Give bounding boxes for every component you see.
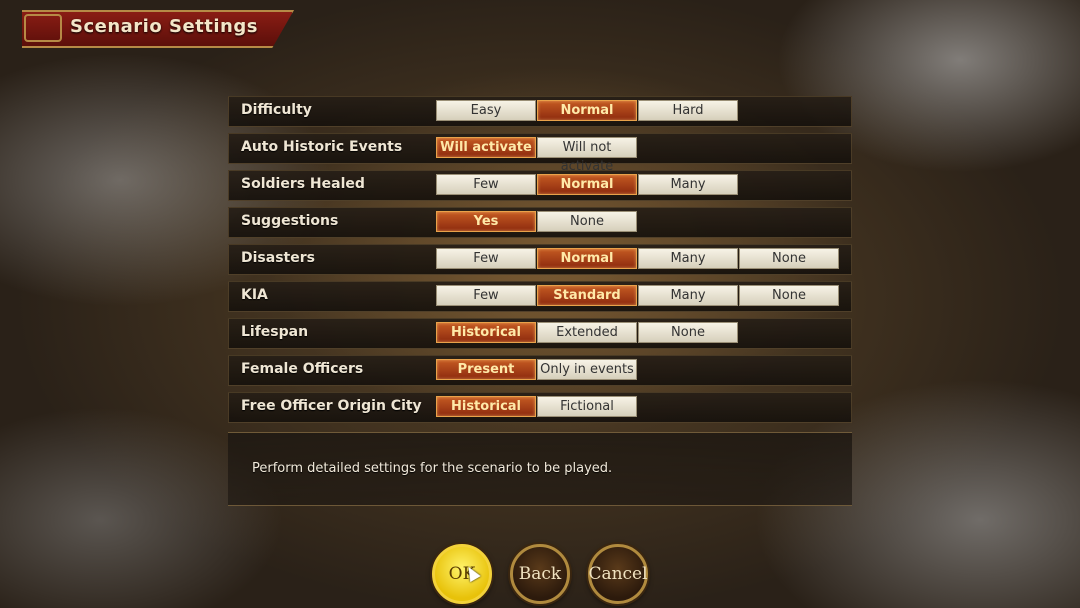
setting-row: Suggestions Yes None — [228, 207, 852, 238]
option-button[interactable]: Few — [436, 285, 536, 306]
option-group: Easy Normal Hard — [436, 100, 739, 121]
option-group: Few Normal Many — [436, 174, 739, 195]
option-button[interactable]: Historical — [436, 396, 536, 417]
setting-row: Soldiers Healed Few Normal Many — [228, 170, 852, 201]
option-button[interactable]: Normal — [537, 248, 637, 269]
option-button[interactable]: Present — [436, 359, 536, 380]
title-ornament-icon — [24, 14, 62, 42]
back-button[interactable]: Back — [510, 544, 570, 604]
option-button[interactable]: Extended — [537, 322, 637, 343]
setting-label: Female Officers — [241, 361, 364, 377]
option-group: Few Normal Many None — [436, 248, 840, 269]
setting-label: Disasters — [241, 250, 315, 266]
description-text: Perform detailed settings for the scenar… — [252, 461, 613, 476]
option-button[interactable]: None — [739, 285, 839, 306]
option-button[interactable]: Few — [436, 174, 536, 195]
option-button[interactable]: None — [739, 248, 839, 269]
option-button[interactable]: Many — [638, 248, 738, 269]
setting-label: KIA — [241, 287, 268, 303]
setting-row: Lifespan Historical Extended None — [228, 318, 852, 349]
settings-list: Difficulty Easy Normal Hard Auto Historic Ev… — [228, 96, 852, 429]
option-button[interactable]: Many — [638, 174, 738, 195]
option-group: Yes None — [436, 211, 638, 232]
setting-row: Free Officer Origin City Historical Fictio… — [228, 392, 852, 423]
setting-label: Free Officer Origin City — [241, 398, 422, 414]
option-group: Will activate Will not activate — [436, 137, 638, 174]
option-button[interactable]: Few — [436, 248, 536, 269]
setting-label: Suggestions — [241, 213, 339, 229]
setting-label: Difficulty — [241, 102, 312, 118]
option-button[interactable]: Normal — [537, 174, 637, 195]
description-panel: Perform detailed settings for the scenar… — [228, 432, 852, 506]
option-button[interactable]: Normal — [537, 100, 637, 121]
setting-row: Difficulty Easy Normal Hard — [228, 96, 852, 127]
option-button[interactable]: Historical — [436, 322, 536, 343]
option-group: Few Standard Many None — [436, 285, 840, 306]
option-button[interactable]: Standard — [537, 285, 637, 306]
setting-row: Female Officers Present Only in events — [228, 355, 852, 386]
setting-label: Soldiers Healed — [241, 176, 365, 192]
option-button[interactable]: Hard — [638, 100, 738, 121]
option-button[interactable]: Will not activate — [537, 137, 637, 174]
option-button[interactable]: Easy — [436, 100, 536, 121]
setting-row: Disasters Few Normal Many None — [228, 244, 852, 275]
option-button[interactable]: None — [638, 322, 738, 343]
option-button[interactable]: Many — [638, 285, 738, 306]
option-group: Historical Extended None — [436, 322, 739, 343]
option-group: Historical Fictional — [436, 396, 638, 417]
option-button[interactable]: Yes — [436, 211, 536, 232]
page-title: Scenario Settings — [70, 16, 258, 37]
option-button[interactable]: Will activate — [436, 137, 536, 158]
option-button[interactable]: Fictional — [537, 396, 637, 417]
setting-row: KIA Few Standard Many None — [228, 281, 852, 312]
ok-button[interactable]: OK — [432, 544, 492, 604]
setting-row: Auto Historic Events Will activate Will no… — [228, 133, 852, 174]
setting-label: Lifespan — [241, 324, 309, 340]
option-button[interactable]: Only in events — [537, 359, 637, 380]
option-button[interactable]: None — [537, 211, 637, 232]
setting-label: Auto Historic Events — [241, 139, 403, 155]
cancel-button[interactable]: Cancel — [588, 544, 648, 604]
option-group: Present Only in events — [436, 359, 638, 380]
